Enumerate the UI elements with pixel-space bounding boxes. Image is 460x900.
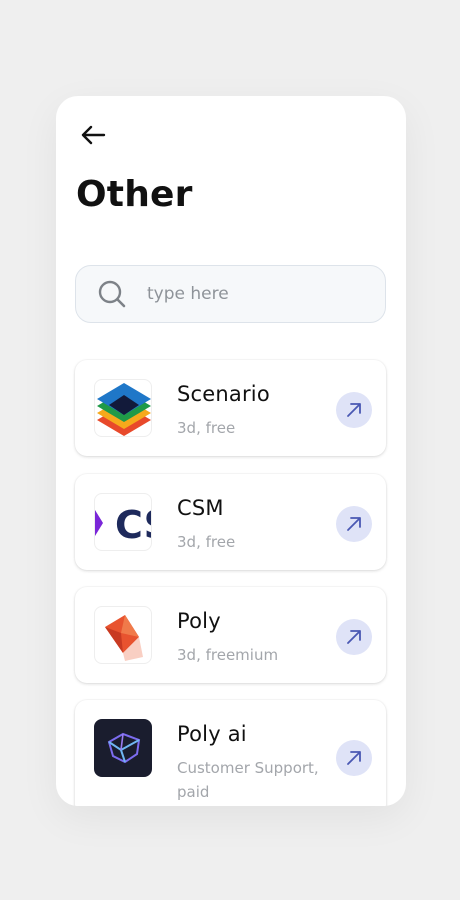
screen: Other Scenario 3d, free	[56, 96, 406, 806]
svg-text:CS: CS	[115, 503, 152, 547]
arrow-up-right-icon	[347, 517, 361, 531]
item-name: Poly	[177, 609, 221, 633]
scenario-logo	[94, 379, 152, 437]
item-meta: 3d, free	[177, 533, 236, 551]
list-item-scenario[interactable]: Scenario 3d, free	[75, 360, 386, 456]
arrow-up-right-icon	[347, 751, 361, 765]
search-icon	[98, 280, 126, 308]
open-button[interactable]	[336, 740, 372, 776]
list-item-poly[interactable]: Poly 3d, freemium	[75, 587, 386, 683]
poly-ai-logo	[94, 719, 152, 777]
csm-logo: CS	[94, 493, 152, 551]
item-meta: 3d, free	[177, 419, 236, 437]
arrow-up-right-icon	[347, 403, 361, 417]
list-item-csm[interactable]: CS CSM 3d, free	[75, 474, 386, 570]
poly-logo	[94, 606, 152, 664]
item-name: Scenario	[177, 382, 270, 406]
list-item-poly-ai[interactable]: Poly ai Customer Support, paid	[75, 700, 386, 806]
search-bar[interactable]	[75, 265, 386, 323]
item-name: Poly ai	[177, 722, 247, 746]
open-button[interactable]	[336, 506, 372, 542]
item-meta: Customer Support, paid	[177, 759, 319, 801]
page-title: Other	[76, 174, 193, 215]
open-button[interactable]	[336, 619, 372, 655]
search-input[interactable]	[147, 284, 347, 304]
item-name: CSM	[177, 496, 224, 520]
open-button[interactable]	[336, 392, 372, 428]
arrow-up-right-icon	[347, 630, 361, 644]
arrow-left-icon	[81, 125, 106, 145]
item-meta: 3d, freemium	[177, 646, 279, 664]
back-button[interactable]	[78, 120, 108, 150]
